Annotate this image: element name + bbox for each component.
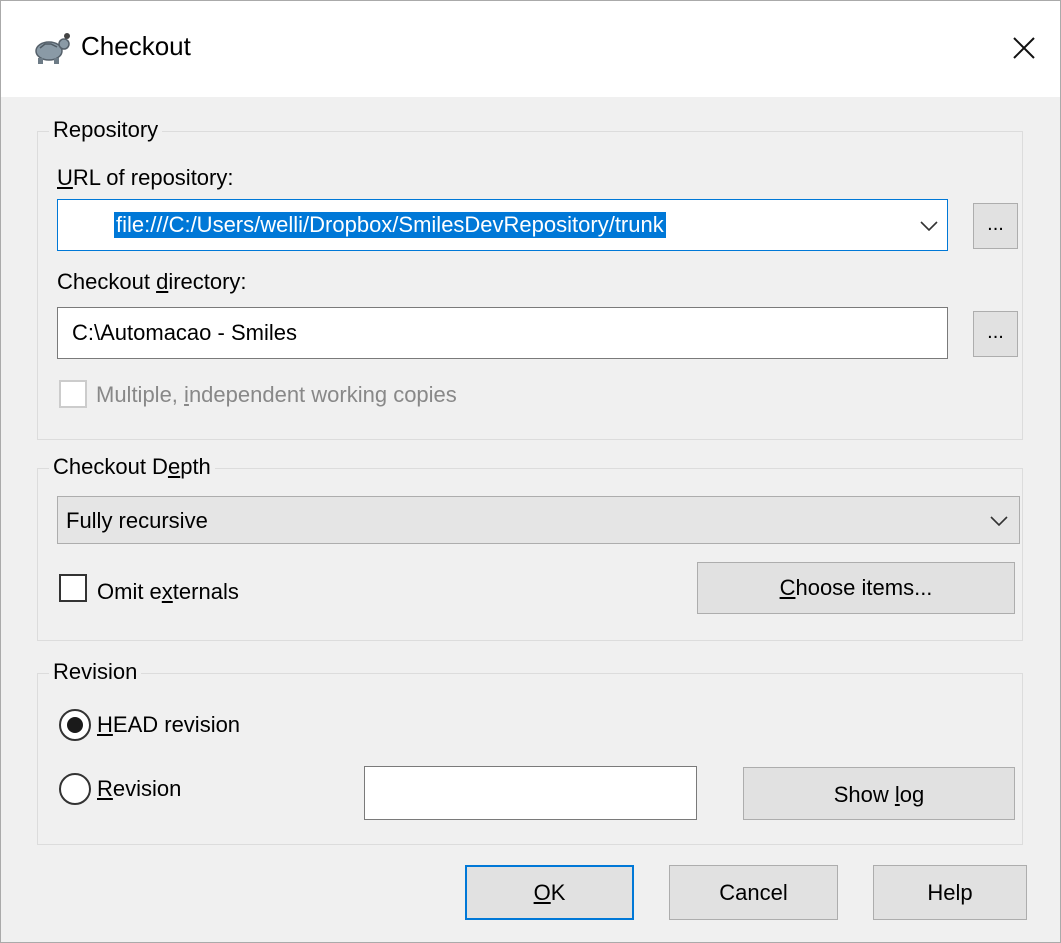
chevron-down-icon[interactable] xyxy=(990,516,1008,526)
revision-input[interactable] xyxy=(364,766,697,820)
head-revision-label: HEAD revision xyxy=(97,712,241,737)
directory-browse-button[interactable]: ... xyxy=(973,311,1018,357)
close-icon[interactable] xyxy=(1001,25,1047,71)
help-button[interactable]: Help xyxy=(873,865,1027,920)
checkout-depth-select[interactable]: Fully recursive xyxy=(57,496,1020,544)
show-log-button[interactable]: Show log xyxy=(743,767,1015,820)
choose-items-button[interactable]: Choose items... xyxy=(697,562,1015,614)
multiple-copies-label: Multiple, independent working copies xyxy=(96,382,457,407)
checkout-directory-input[interactable]: C:\Automacao - Smiles xyxy=(57,307,948,359)
radio-selected-dot xyxy=(67,717,83,733)
url-browse-button[interactable]: ... xyxy=(973,203,1018,249)
checkout-directory-value: C:\Automacao - Smiles xyxy=(72,320,297,345)
omit-externals-label: Omit externals xyxy=(97,579,239,604)
checkout-depth-group xyxy=(37,468,1023,641)
cancel-button[interactable]: Cancel xyxy=(669,865,838,920)
revision-label: Revision xyxy=(97,776,182,801)
url-label: URL of repository: xyxy=(57,165,234,190)
revision-radio[interactable] xyxy=(59,773,91,805)
checkout-directory-label: Checkout directory: xyxy=(57,269,247,294)
dialog-title: Checkout xyxy=(81,31,191,61)
title-bar: Checkout xyxy=(1,1,1060,97)
multiple-copies-checkbox[interactable] xyxy=(59,380,87,408)
checkout-dialog: Checkout Repository URL of repository: f… xyxy=(0,0,1061,943)
checkout-depth-value: Fully recursive xyxy=(66,508,208,533)
chevron-down-icon[interactable] xyxy=(920,221,938,231)
head-revision-radio[interactable] xyxy=(59,709,91,741)
revision-legend: Revision xyxy=(49,659,142,685)
ok-button[interactable]: OK xyxy=(465,865,634,920)
tortoise-icon xyxy=(35,33,70,64)
repository-legend: Repository xyxy=(49,117,163,143)
checkout-depth-legend: Checkout Depth xyxy=(49,454,215,480)
url-value[interactable]: file:///C:/Users/welli/Dropbox/SmilesDev… xyxy=(114,212,666,238)
omit-externals-checkbox[interactable] xyxy=(59,574,87,602)
url-combobox[interactable]: file:///C:/Users/welli/Dropbox/SmilesDev… xyxy=(57,199,948,251)
